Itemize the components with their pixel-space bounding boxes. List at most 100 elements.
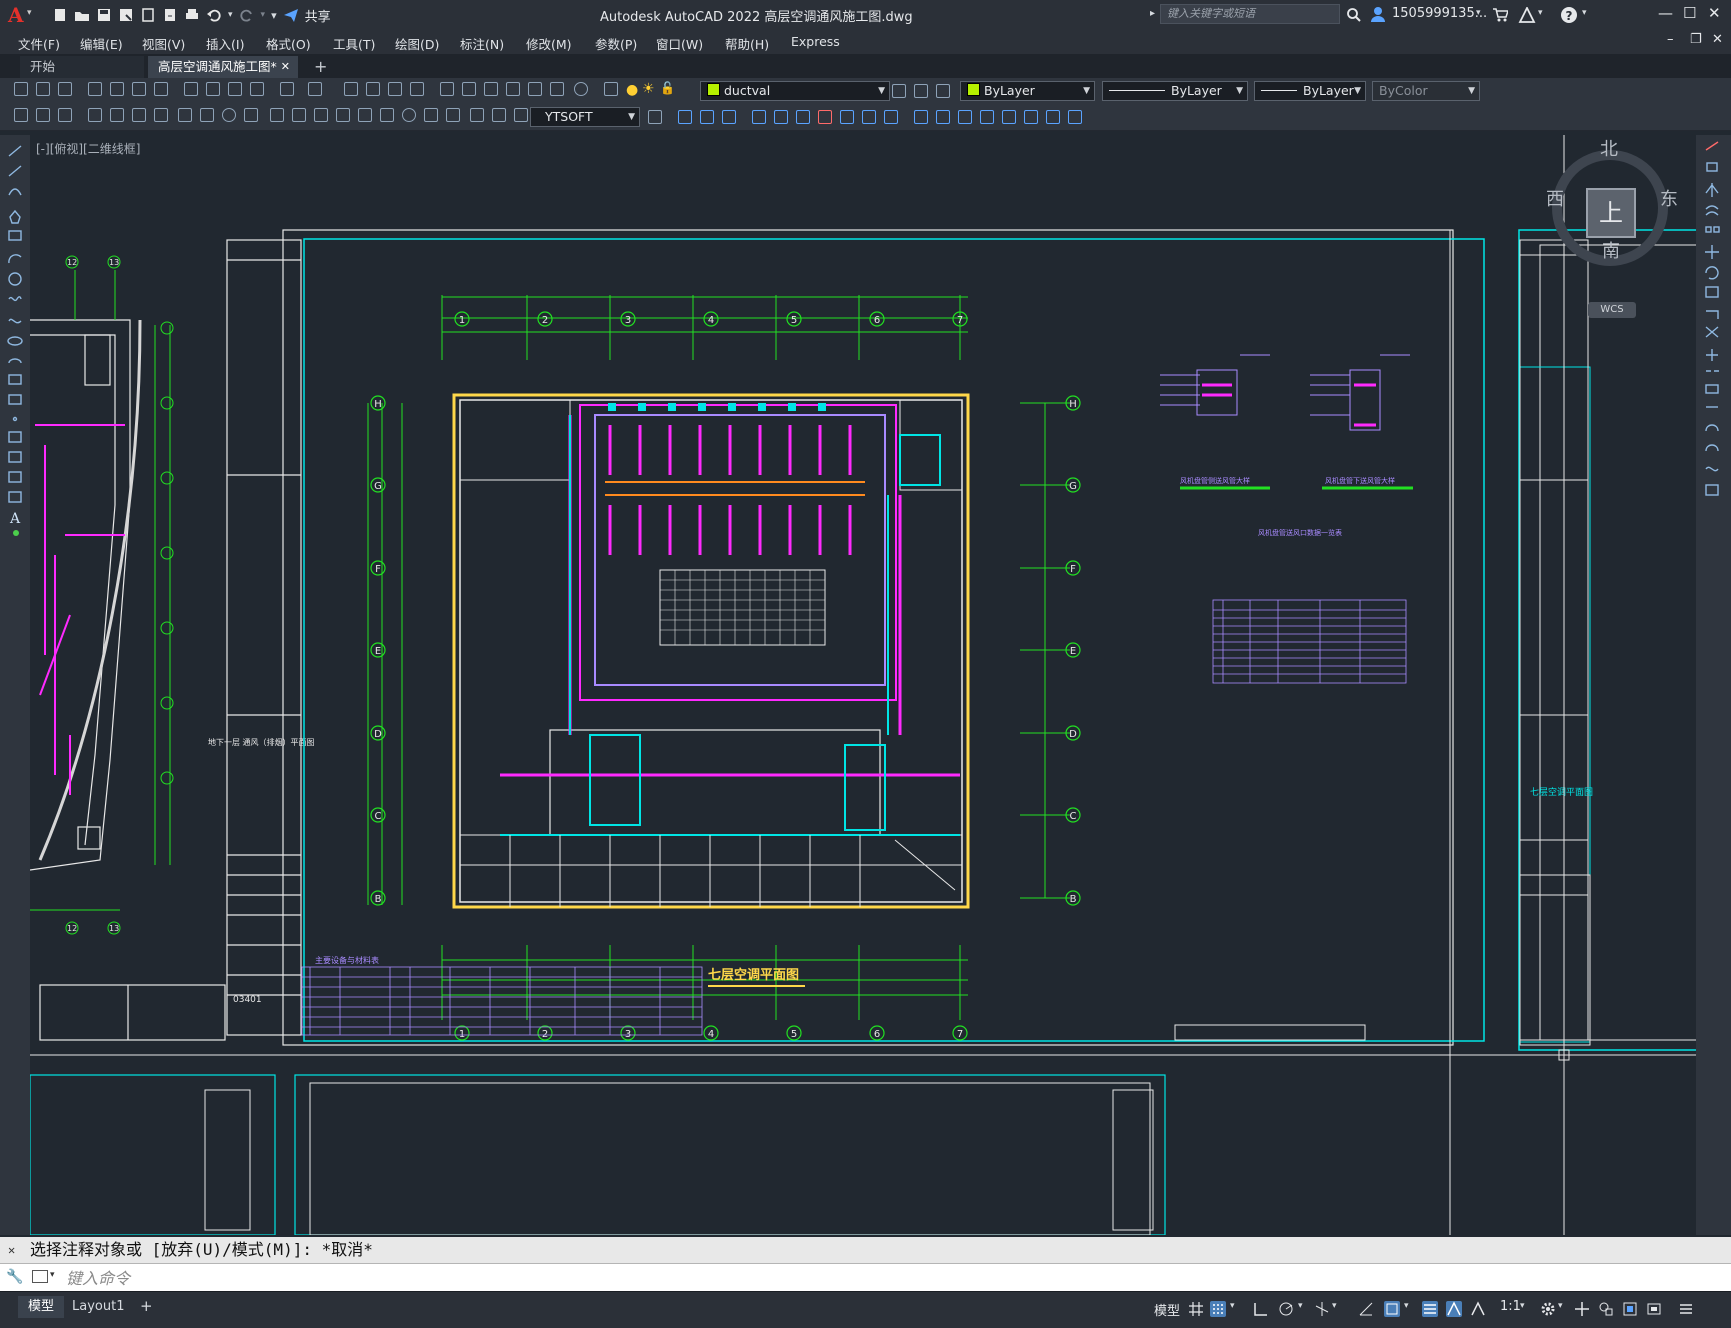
menu-format[interactable]: 格式(O) bbox=[266, 34, 311, 53]
jogged-dimension-icon[interactable] bbox=[200, 108, 214, 122]
baseline-dimension-icon[interactable] bbox=[292, 108, 306, 122]
text-style-dropdown[interactable]: YTSOFT ▼ bbox=[530, 107, 640, 127]
dimension-text-edit-icon[interactable] bbox=[492, 108, 506, 122]
menu-window[interactable]: 窗口(W) bbox=[656, 34, 703, 53]
doc-restore-button[interactable]: ❐ bbox=[1690, 32, 1702, 47]
qnew-icon[interactable] bbox=[14, 82, 28, 96]
layer-on-bulb-icon[interactable]: ● bbox=[626, 82, 638, 98]
paste-icon[interactable] bbox=[228, 82, 242, 96]
layer-match-icon[interactable] bbox=[936, 84, 950, 98]
point-icon[interactable] bbox=[12, 416, 18, 422]
tab-layout1[interactable]: Layout1 bbox=[62, 1296, 134, 1318]
workspace-gear-icon[interactable] bbox=[1540, 1301, 1556, 1317]
publish-icon[interactable] bbox=[132, 82, 146, 96]
redo-icon[interactable] bbox=[239, 7, 255, 23]
redo-toolbar-icon[interactable] bbox=[308, 82, 322, 96]
help-dropdown-icon[interactable]: ▾ bbox=[1582, 8, 1587, 18]
arc-length-icon[interactable] bbox=[132, 108, 146, 122]
doc-close-button[interactable]: ✕ bbox=[1712, 32, 1723, 47]
layer-dropdown[interactable]: ductval ▼ bbox=[700, 81, 890, 101]
copy-object-icon[interactable] bbox=[678, 110, 692, 124]
help-toolbar-icon[interactable] bbox=[574, 82, 588, 96]
autodesk-app-icon[interactable] bbox=[1518, 7, 1536, 23]
cut-icon[interactable] bbox=[184, 82, 198, 96]
share-icon[interactable] bbox=[283, 7, 299, 23]
clean-screen-icon[interactable] bbox=[1646, 1301, 1662, 1317]
blend-tool-icon[interactable] bbox=[1705, 444, 1719, 452]
linetype-dropdown[interactable]: ByLayer ▼ bbox=[1102, 81, 1248, 101]
move-icon[interactable] bbox=[774, 110, 788, 124]
offset-icon[interactable] bbox=[722, 110, 736, 124]
close-command-icon[interactable]: ✕ bbox=[8, 1237, 15, 1263]
menu-draw[interactable]: 绘图(D) bbox=[395, 34, 439, 53]
share-label[interactable]: 共享 bbox=[305, 6, 331, 25]
move-tool-icon[interactable] bbox=[1705, 245, 1719, 259]
redo-dropdown-icon[interactable]: ▾ bbox=[261, 10, 266, 20]
match-properties-icon[interactable] bbox=[250, 82, 264, 96]
recent-commands-icon[interactable] bbox=[32, 1270, 48, 1283]
viewcube-top-face[interactable]: 上 bbox=[1586, 188, 1636, 238]
sheet-set-icon[interactable] bbox=[506, 82, 520, 96]
save-tool-icon[interactable] bbox=[36, 108, 50, 122]
undo-dropdown-icon[interactable]: ▾ bbox=[228, 10, 233, 20]
table-icon[interactable] bbox=[8, 491, 22, 503]
layer-properties-icon[interactable] bbox=[604, 82, 618, 96]
circle-icon[interactable] bbox=[8, 272, 22, 286]
polyline-icon[interactable] bbox=[8, 188, 22, 196]
search-icon[interactable] bbox=[1346, 7, 1362, 23]
search-expand-icon[interactable]: ▸ bbox=[1150, 8, 1155, 19]
lineweight-display-icon[interactable] bbox=[1422, 1301, 1438, 1317]
ellipse-arc-icon[interactable] bbox=[8, 358, 22, 364]
spline-icon[interactable] bbox=[8, 318, 22, 324]
dimension-space-icon[interactable] bbox=[336, 108, 350, 122]
diameter-dimension-icon[interactable] bbox=[222, 108, 236, 122]
dimension-edit-icon[interactable] bbox=[470, 108, 484, 122]
auto-scale-icon[interactable] bbox=[1470, 1301, 1486, 1317]
tab-model[interactable]: 模型 bbox=[18, 1296, 65, 1318]
layer-unlock-icon[interactable]: 🔓 bbox=[660, 81, 675, 95]
join-icon[interactable] bbox=[958, 110, 972, 124]
explode-tool-icon[interactable] bbox=[1705, 484, 1719, 496]
doc-minimize-button[interactable]: – bbox=[1667, 32, 1674, 47]
minimize-button[interactable]: — bbox=[1658, 4, 1673, 22]
offset-tool-icon[interactable] bbox=[1705, 205, 1719, 216]
polygon-icon[interactable] bbox=[9, 209, 21, 224]
osnap-dropdown-icon[interactable]: ▾ bbox=[1404, 1301, 1409, 1311]
drawing-canvas[interactable]: [-][俯视][二维线框] 12 13 12 13 地下一层 通风（排烟）平面图… bbox=[30, 135, 1696, 1235]
isolate-objects-icon[interactable] bbox=[1598, 1301, 1614, 1317]
stretch-tool-icon[interactable] bbox=[1706, 310, 1719, 319]
undo-icon[interactable] bbox=[206, 7, 222, 23]
grid-display-icon[interactable] bbox=[1188, 1301, 1204, 1317]
3d-print-icon[interactable] bbox=[154, 82, 168, 96]
erase-icon[interactable] bbox=[818, 110, 832, 124]
explode-icon[interactable] bbox=[1024, 110, 1038, 124]
tab-drawing[interactable]: 高层空调通风施工图* ✕ bbox=[148, 56, 298, 78]
open-web-icon[interactable] bbox=[140, 7, 156, 23]
dimension-break-icon[interactable] bbox=[358, 108, 372, 122]
recent-commands-dropdown-icon[interactable]: ▾ bbox=[50, 1270, 55, 1280]
object-snap-tracking-icon[interactable] bbox=[1358, 1301, 1374, 1317]
stack-tool-icon[interactable] bbox=[58, 108, 72, 122]
menu-modify[interactable]: 修改(M) bbox=[526, 34, 572, 53]
markup-icon[interactable] bbox=[528, 82, 542, 96]
fillet-icon[interactable] bbox=[1002, 110, 1016, 124]
multiline-text-icon[interactable]: A bbox=[9, 511, 21, 527]
group-icon[interactable] bbox=[1068, 110, 1082, 124]
new-file-icon[interactable] bbox=[52, 7, 68, 23]
plot-toolbar-icon[interactable] bbox=[88, 82, 102, 96]
close-window-button[interactable]: ✕ bbox=[1708, 4, 1721, 22]
annotation-scale[interactable]: 1:1 bbox=[1500, 1299, 1521, 1314]
app-dropdown-icon[interactable]: ▾ bbox=[1538, 8, 1543, 18]
add-layout-button[interactable]: + bbox=[140, 1297, 153, 1315]
app-menu-chevron-icon[interactable]: ▾ bbox=[27, 8, 32, 18]
save-toolbar-icon[interactable] bbox=[58, 82, 72, 96]
user-icon[interactable] bbox=[1370, 6, 1386, 22]
customize-qat-icon[interactable]: ▾ bbox=[271, 9, 277, 22]
save-as-icon[interactable] bbox=[118, 7, 134, 23]
center-mark-icon[interactable] bbox=[402, 108, 416, 122]
edit-tool-icon[interactable] bbox=[14, 108, 28, 122]
tolerance-icon[interactable] bbox=[380, 108, 394, 122]
array-tool-icon[interactable] bbox=[1705, 226, 1712, 233]
customize-wrench-icon[interactable]: 🔧 bbox=[6, 1269, 23, 1285]
plot-preview-icon[interactable] bbox=[110, 82, 124, 96]
